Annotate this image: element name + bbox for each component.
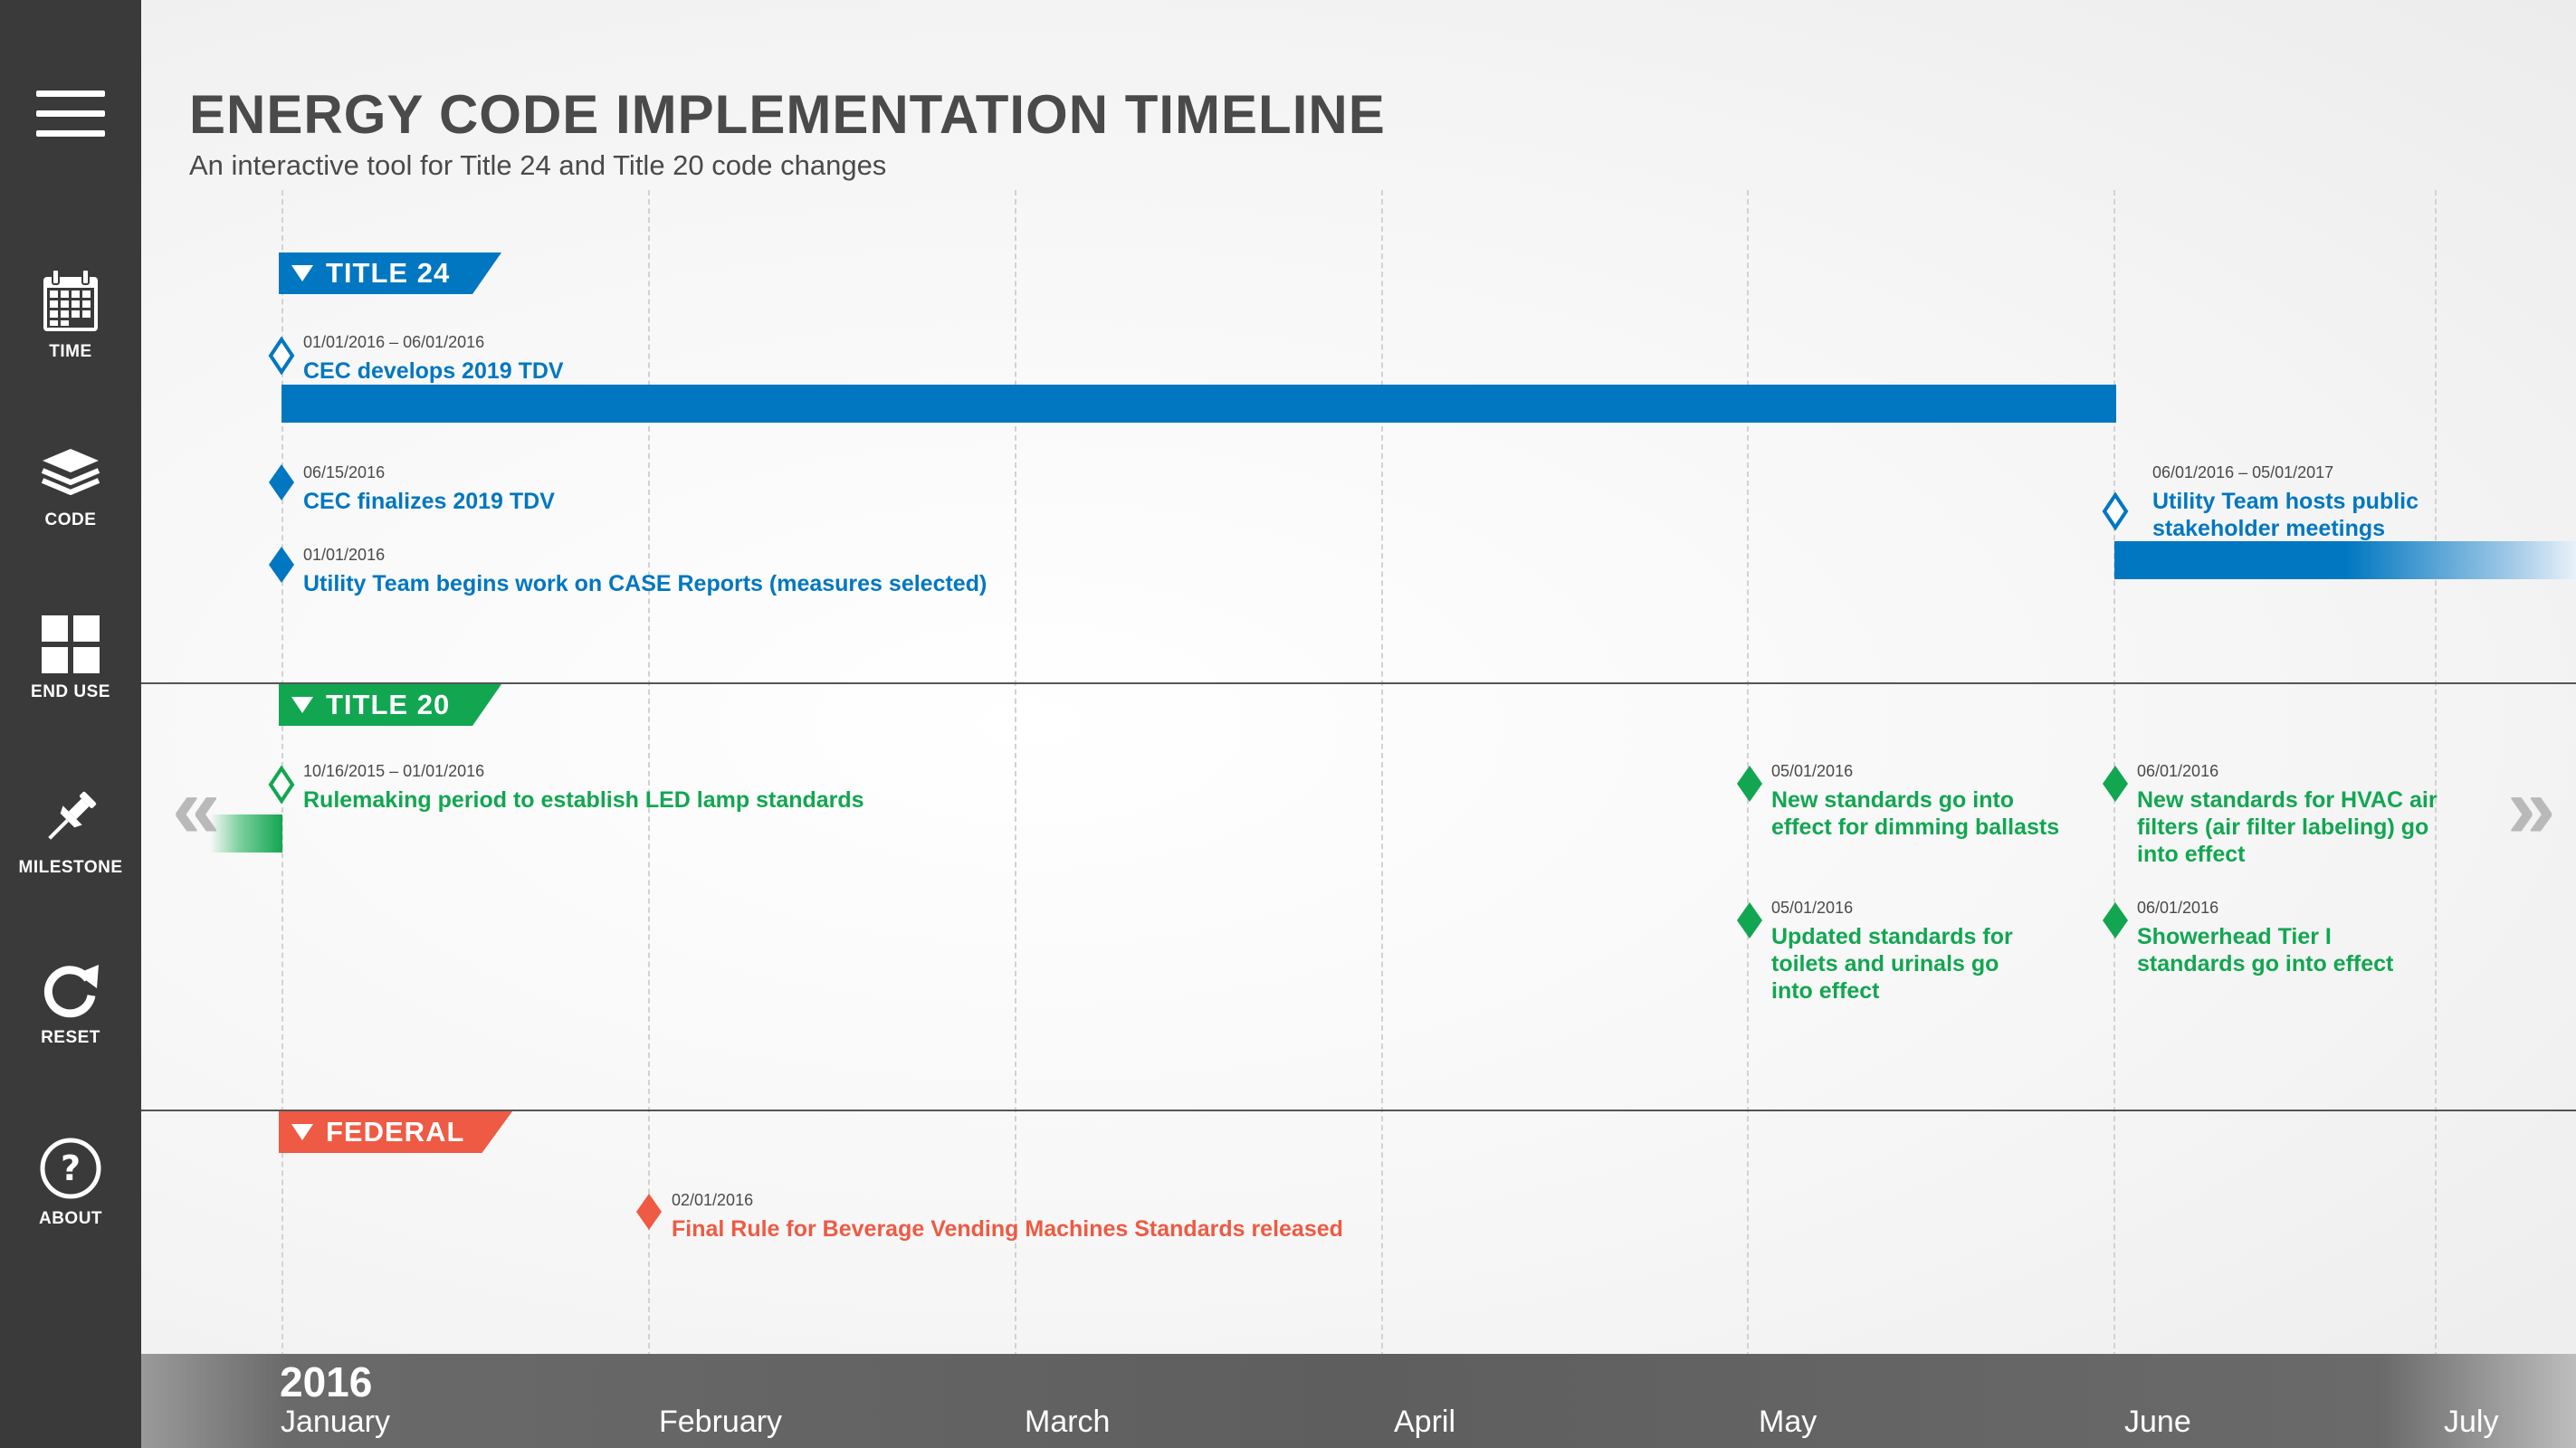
timeline-axis[interactable]	[141, 1354, 2576, 1448]
section-divider	[141, 1110, 2576, 1111]
timeline-event[interactable]: 06/01/2016 – 05/01/2017 Utility Team hos…	[2152, 463, 2419, 542]
duration-bar[interactable]	[210, 814, 282, 853]
milestone-diamond-icon[interactable]	[2102, 765, 2129, 803]
event-title: CEC finalizes 2019 TDV	[303, 489, 555, 514]
page-title: ENERGY CODE IMPLEMENTATION TIMELINE	[189, 84, 1386, 145]
layers-icon	[41, 449, 100, 495]
milestone-diamond-icon[interactable]	[268, 546, 295, 584]
menu-icon[interactable]	[36, 90, 105, 141]
sidebar-item-label: RESET	[41, 1028, 100, 1047]
timeline-event[interactable]: 06/01/2016 New standards for HVAC air fi…	[2137, 762, 2438, 868]
section-label: FEDERAL	[326, 1116, 465, 1148]
range-diamond-icon[interactable]	[268, 337, 295, 375]
event-title: Showerhead Tier I standards go into effe…	[2137, 924, 2394, 976]
grid-icon	[42, 615, 100, 673]
milestone-diamond-icon[interactable]	[1736, 901, 1763, 939]
duration-bar[interactable]	[281, 385, 2116, 423]
sidebar-item-time[interactable]: TIME	[0, 270, 141, 362]
timeline-event[interactable]: 05/01/2016 Updated standards for toilets…	[1771, 899, 2013, 1005]
event-title: Rulemaking period to establish LED lamp …	[303, 787, 864, 813]
event-date: 06/01/2016	[2137, 899, 2219, 917]
sidebar-item-milestone[interactable]: MILESTONE	[0, 786, 141, 878]
milestone-diamond-icon[interactable]	[635, 1193, 663, 1231]
month-gridline	[1381, 190, 1383, 1358]
help-icon: ?	[40, 1138, 101, 1199]
event-date: 05/01/2016	[1771, 899, 1854, 917]
event-date: 06/01/2016 – 05/01/2017	[2152, 463, 2334, 481]
event-date: 06/01/2016	[2137, 762, 2219, 780]
month-label: May	[1759, 1405, 1818, 1439]
pin-icon	[48, 791, 97, 840]
section-tab-title20[interactable]: TITLE 20	[279, 684, 501, 726]
range-diamond-icon[interactable]	[2102, 492, 2129, 530]
collapse-triangle-icon	[291, 1124, 313, 1140]
month-label: January	[281, 1405, 390, 1439]
collapse-triangle-icon	[291, 697, 313, 713]
event-date: 10/16/2015 – 01/01/2016	[303, 762, 485, 780]
sidebar-item-label: CODE	[44, 510, 97, 529]
sidebar: TIME CODE END USE MILESTONE RESET ? ABOU…	[0, 0, 141, 1448]
event-title: Utility Team hosts public stakeholder me…	[2152, 489, 2419, 541]
event-date: 06/15/2016	[303, 463, 386, 481]
refresh-icon	[43, 965, 99, 1018]
event-title: New standards go into effect for dimming…	[1771, 787, 2060, 840]
month-gridline	[1015, 190, 1016, 1358]
svg-text:?: ?	[61, 1148, 81, 1188]
prev-arrow-icon[interactable]: «	[172, 765, 220, 852]
event-title: Utility Team begins work on CASE Reports…	[303, 571, 987, 596]
timeline-event[interactable]: 06/15/2016 CEC finalizes 2019 TDV	[303, 463, 555, 515]
timeline-event[interactable]: 02/01/2016 Final Rule for Beverage Vendi…	[672, 1191, 1343, 1243]
milestone-diamond-icon[interactable]	[268, 463, 295, 501]
event-title: Final Rule for Beverage Vending Machines…	[672, 1216, 1343, 1242]
month-label: June	[2124, 1405, 2191, 1439]
event-date: 02/01/2016	[672, 1191, 754, 1209]
event-title: New standards for HVAC air filters (air …	[2137, 787, 2438, 867]
section-label: TITLE 24	[326, 257, 451, 289]
milestone-diamond-icon[interactable]	[2102, 901, 2129, 939]
event-title: Updated standards for toilets and urinal…	[1771, 924, 2013, 1004]
timeline-event[interactable]: 01/01/2016 – 06/01/2016 CEC develops 201…	[303, 333, 564, 385]
timeline-event[interactable]: 06/01/2016 Showerhead Tier I standards g…	[2137, 899, 2393, 977]
sidebar-item-code[interactable]: CODE	[0, 447, 141, 530]
event-date: 01/01/2016 – 06/01/2016	[303, 333, 485, 351]
collapse-triangle-icon	[291, 265, 313, 281]
sidebar-item-label: END USE	[31, 682, 110, 701]
section-tab-federal[interactable]: FEDERAL	[279, 1111, 512, 1153]
calendar-icon	[43, 270, 98, 331]
range-diamond-icon[interactable]	[268, 766, 295, 804]
timeline-event[interactable]: 05/01/2016 New standards go into effect …	[1771, 762, 2059, 841]
sidebar-item-about[interactable]: ? ABOUT	[0, 1137, 141, 1229]
event-date: 01/01/2016	[303, 546, 386, 564]
event-title: CEC develops 2019 TDV	[303, 358, 564, 384]
page-subtitle: An interactive tool for Title 24 and Tit…	[189, 149, 887, 181]
month-label: February	[659, 1405, 783, 1439]
section-label: TITLE 20	[326, 689, 451, 720]
sidebar-item-reset[interactable]: RESET	[0, 959, 141, 1048]
month-label: April	[1394, 1405, 1456, 1439]
sidebar-item-end-use[interactable]: END USE	[0, 615, 141, 702]
timeline-event[interactable]: 10/16/2015 – 01/01/2016 Rulemaking perio…	[303, 762, 864, 814]
timeline-event[interactable]: 01/01/2016 Utility Team begins work on C…	[303, 546, 987, 597]
sidebar-item-label: MILESTONE	[18, 858, 123, 877]
section-tab-title24[interactable]: TITLE 24	[279, 252, 501, 294]
duration-bar[interactable]	[2114, 541, 2576, 579]
next-arrow-icon[interactable]: »	[2507, 765, 2555, 852]
sidebar-item-label: ABOUT	[38, 1209, 103, 1228]
year-label: 2016	[280, 1358, 373, 1405]
event-date: 05/01/2016	[1771, 762, 1854, 780]
section-divider	[141, 682, 2576, 684]
month-label: July	[2444, 1405, 2499, 1439]
milestone-diamond-icon[interactable]	[1736, 765, 1763, 803]
month-label: March	[1025, 1405, 1111, 1439]
sidebar-item-label: TIME	[49, 342, 92, 361]
